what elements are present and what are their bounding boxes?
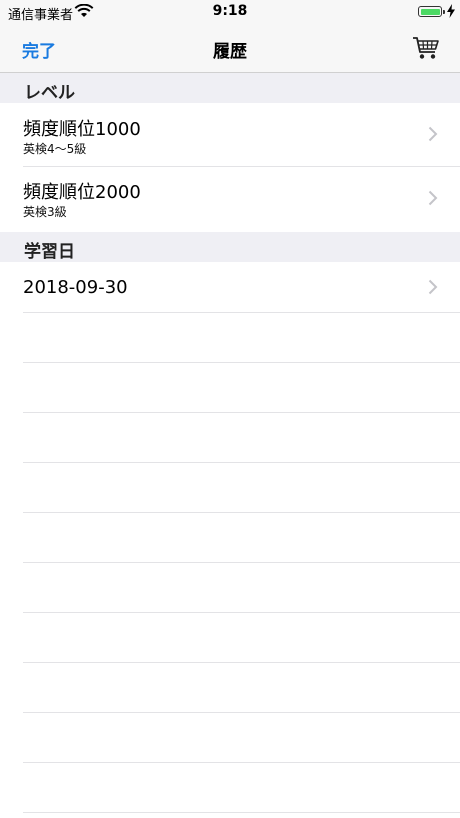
clock: 9:18 xyxy=(212,3,248,19)
battery-icon xyxy=(418,6,445,17)
chevron-right-icon xyxy=(428,126,438,142)
list-item[interactable]: 頻度順位1000 英検4〜5級 xyxy=(0,103,460,166)
row-separator xyxy=(23,712,460,713)
list-item[interactable]: 2018-09-30 xyxy=(0,262,460,312)
row-separator xyxy=(23,512,460,513)
list-item-subtitle: 英検4〜5級 xyxy=(23,142,87,156)
list-item-title: 頻度順位1000 xyxy=(23,119,141,140)
row-separator xyxy=(23,612,460,613)
charging-bolt-icon xyxy=(447,4,455,18)
status-bar: 通信事業者 9:18 xyxy=(0,0,460,26)
section-header-level: レベル xyxy=(0,73,460,103)
list-item-title: 2018-09-30 xyxy=(23,277,128,298)
row-separator xyxy=(23,762,460,763)
page-title: 履歴 xyxy=(213,42,247,62)
section-header-label: 学習日 xyxy=(24,242,75,262)
row-separator xyxy=(23,312,460,313)
row-separator xyxy=(23,662,460,663)
row-separator xyxy=(23,412,460,413)
row-separator xyxy=(23,562,460,563)
section-header-study-date: 学習日 xyxy=(0,232,460,262)
chevron-right-icon xyxy=(428,190,438,206)
section-header-label: レベル xyxy=(24,83,75,103)
row-separator xyxy=(23,362,460,363)
cart-icon[interactable] xyxy=(412,34,440,62)
navigation-bar: 完了 履歴 xyxy=(0,26,460,73)
list-item[interactable]: 頻度順位2000 英検3級 xyxy=(0,167,460,231)
list-item-title: 頻度順位2000 xyxy=(23,182,141,203)
chevron-right-icon xyxy=(428,279,438,295)
row-separator xyxy=(23,812,460,813)
list-item-subtitle: 英検3級 xyxy=(23,205,67,219)
row-separator xyxy=(23,462,460,463)
